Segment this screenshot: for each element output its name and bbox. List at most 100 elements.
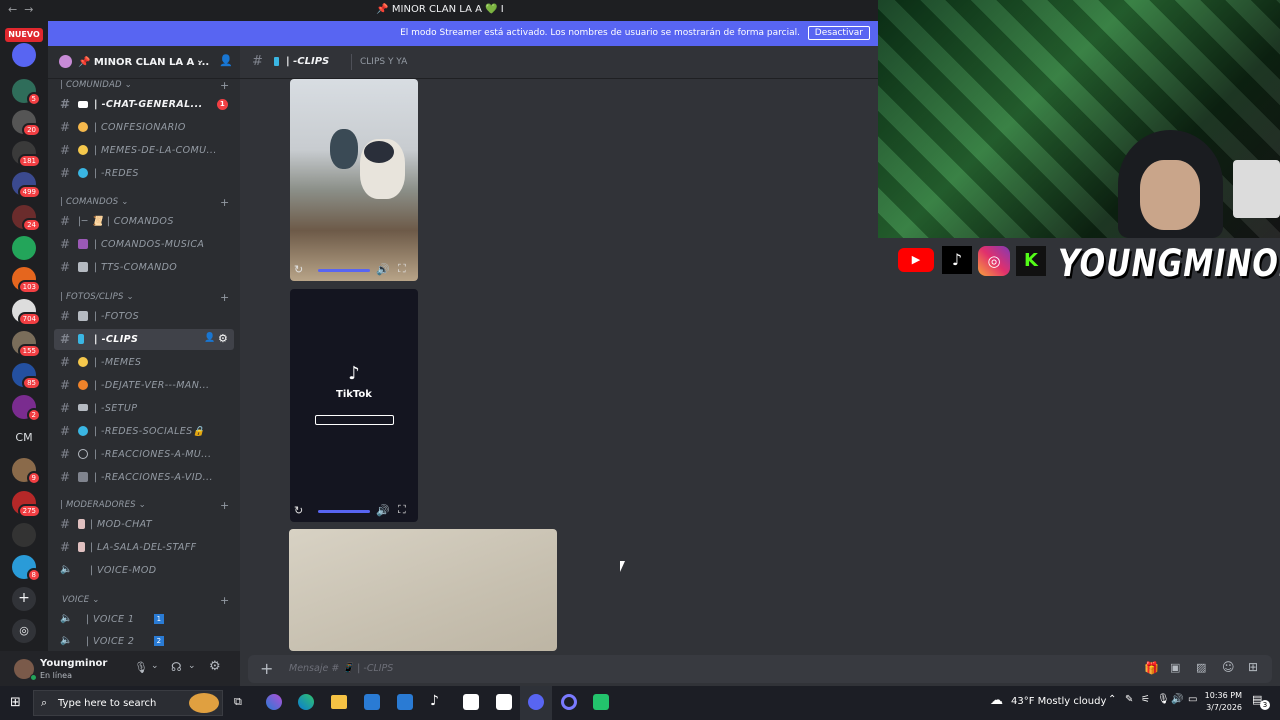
plus-icon[interactable]: + bbox=[220, 594, 229, 607]
deactivate-button[interactable]: Desactivar bbox=[807, 26, 870, 40]
progress-bar[interactable] bbox=[318, 510, 370, 513]
category-comunidad[interactable]: | COMUNIDAD ⌄ + bbox=[56, 79, 229, 92]
headphones-icon[interactable]: ☊ bbox=[171, 660, 182, 674]
clock-date[interactable]: 3/7/2026 bbox=[1202, 703, 1242, 712]
volume-icon[interactable]: 🔊 bbox=[376, 504, 390, 517]
weather-text[interactable]: 43°F Mostly cloudy bbox=[1011, 696, 1106, 707]
gear-icon[interactable]: ⚙ bbox=[218, 332, 228, 345]
plus-icon[interactable]: + bbox=[220, 79, 229, 92]
chevron-down-icon[interactable]: ⌄ bbox=[196, 55, 204, 66]
gif-icon[interactable]: ▣ bbox=[1170, 661, 1180, 674]
replay-icon[interactable]: ↻ bbox=[294, 263, 303, 276]
task-view-icon[interactable]: ⧉ bbox=[234, 695, 242, 709]
copilot-icon[interactable] bbox=[266, 694, 282, 710]
channel-dejate-ver[interactable]: # | -DEJATE-VER---MAN... bbox=[54, 375, 234, 396]
nuevo-badge[interactable]: NUEVO bbox=[5, 28, 43, 42]
channel-fotos[interactable]: # | -FOTOS bbox=[54, 306, 234, 327]
channel-redes-sociales[interactable]: # | -REDES-SOCIALES🔒 bbox=[54, 421, 234, 442]
server-icon[interactable] bbox=[12, 236, 36, 260]
server-icon[interactable] bbox=[12, 523, 36, 547]
channel-comandos[interactable]: # |─ 📜 | COMANDOS bbox=[54, 211, 234, 232]
server-icon[interactable]: 499 bbox=[12, 172, 41, 199]
server-icon[interactable]: 155 bbox=[12, 331, 41, 358]
server-icon[interactable]: 5 bbox=[12, 79, 41, 106]
plus-icon[interactable]: + bbox=[12, 587, 36, 611]
chevron-down-icon[interactable]: ⌄ bbox=[151, 661, 159, 671]
channel-reacciones-a-vid[interactable]: # | -REACCIONES-A-VID... bbox=[54, 467, 234, 488]
channel-memes-de-la-comu[interactable]: # | MEMES-DE-LA-COMU... bbox=[54, 140, 234, 161]
compass-icon[interactable]: ◎ bbox=[12, 619, 36, 643]
network-icon[interactable]: ⚟ bbox=[1141, 694, 1150, 705]
server-icon[interactable]: 9 bbox=[12, 458, 41, 485]
server-icon[interactable]: 704 bbox=[12, 299, 41, 326]
channel-memes[interactable]: # | -MEMES bbox=[54, 352, 234, 373]
channel-la-sala-del-staff[interactable]: # | LA-SALA-DEL-STAFF bbox=[54, 537, 234, 558]
progress-bar[interactable] bbox=[318, 269, 370, 272]
volume-icon[interactable]: 🔊 bbox=[1171, 694, 1183, 705]
channel-voice-1[interactable]: 🔈 | VOICE 11 bbox=[54, 609, 234, 630]
server-icon[interactable]: 103 bbox=[12, 267, 41, 294]
server-cm[interactable]: CM bbox=[12, 426, 36, 450]
category-voice[interactable]: VOICE ⌄ + bbox=[56, 594, 229, 607]
taskbar-search[interactable]: ⌕ Type here to search bbox=[33, 690, 223, 716]
add-attachment-icon[interactable]: + bbox=[260, 659, 273, 678]
emoji-icon[interactable]: ☺ bbox=[1222, 660, 1235, 674]
channel-chat-general[interactable]: # | -CHAT-GENERAL... 1 bbox=[54, 94, 234, 115]
store-icon[interactable] bbox=[364, 694, 380, 710]
gear-icon[interactable]: ⚙ bbox=[209, 659, 221, 674]
volume-icon[interactable]: 🔊 bbox=[376, 263, 390, 276]
server-icon[interactable] bbox=[12, 43, 36, 67]
file-explorer-icon[interactable] bbox=[331, 695, 347, 709]
server-icon[interactable]: 2 bbox=[12, 395, 41, 422]
app-icon[interactable] bbox=[593, 694, 609, 710]
chevron-up-icon[interactable]: ⌃ bbox=[1108, 694, 1116, 705]
video-attachment[interactable]: ↻ 🔊 ⛶ bbox=[290, 79, 418, 281]
capcut-icon[interactable] bbox=[496, 694, 512, 710]
mail-icon[interactable] bbox=[397, 694, 413, 710]
chevron-down-icon[interactable]: ⌄ bbox=[188, 661, 196, 671]
channel-comandos-musica[interactable]: # | COMANDOS-MUSICA bbox=[54, 234, 234, 255]
add-member-icon[interactable]: 👤 bbox=[219, 54, 233, 67]
plus-icon[interactable]: + bbox=[220, 499, 229, 512]
battery-icon[interactable]: ▭ bbox=[1188, 694, 1197, 705]
fullscreen-icon[interactable]: ⛶ bbox=[398, 262, 406, 276]
clock-time[interactable]: 10:36 PM bbox=[1202, 691, 1242, 700]
plus-icon[interactable]: + bbox=[220, 291, 229, 304]
tiktok-icon[interactable]: ♪ bbox=[430, 693, 439, 709]
video-attachment[interactable]: ♪ TikTok ↻ 🔊 ⛶ bbox=[290, 289, 418, 522]
server-icon[interactable]: 24 bbox=[12, 205, 41, 232]
message-input[interactable]: Mensaje # 📱 | -CLIPS bbox=[289, 663, 393, 674]
microphone-icon[interactable]: 🎙 bbox=[134, 661, 148, 674]
windows-start-icon[interactable]: ⊞ bbox=[10, 695, 21, 710]
channel-confesionario[interactable]: # | CONFESIONARIO bbox=[54, 117, 234, 138]
channel-setup[interactable]: # | -SETUP bbox=[54, 398, 234, 419]
channel-tts-comando[interactable]: # | TTS-COMANDO bbox=[54, 257, 234, 278]
category-comandos[interactable]: | COMANDOS ⌄ + bbox=[56, 196, 229, 209]
discord-icon[interactable] bbox=[528, 694, 544, 710]
obs-icon[interactable] bbox=[561, 694, 577, 710]
plus-icon[interactable]: + bbox=[220, 196, 229, 209]
edge-icon[interactable] bbox=[298, 694, 314, 710]
pen-icon[interactable]: ✎ bbox=[1125, 694, 1133, 705]
sticker-icon[interactable]: ▨ bbox=[1196, 661, 1206, 674]
gift-icon[interactable]: 🎁 bbox=[1144, 661, 1159, 675]
server-icon[interactable]: 8 bbox=[12, 555, 41, 582]
channel-redes[interactable]: # | -REDES bbox=[54, 163, 234, 184]
server-icon[interactable]: 20 bbox=[12, 110, 41, 137]
channel-mod-chat[interactable]: # | MOD-CHAT bbox=[54, 514, 234, 535]
category-fotos-clips[interactable]: | FOTOS/CLIPS ⌄ + bbox=[56, 291, 229, 304]
replay-icon[interactable]: ↻ bbox=[294, 504, 303, 517]
channel-voice-mod[interactable]: 🔈 | VOICE-MOD bbox=[54, 560, 234, 581]
add-member-icon[interactable]: 👤 bbox=[204, 333, 216, 343]
channel-voice-2[interactable]: 🔈 | VOICE 22 bbox=[54, 631, 234, 651]
video-attachment[interactable] bbox=[289, 529, 557, 651]
microphone-icon[interactable]: 🎙 bbox=[1157, 694, 1170, 705]
fullscreen-icon[interactable]: ⛶ bbox=[398, 503, 406, 517]
guild-header[interactable]: 📌 MINOR CLAN LA A ... ⌄ 👤 bbox=[48, 46, 240, 79]
server-icon[interactable]: 85 bbox=[12, 363, 41, 390]
apps-icon[interactable]: ⊞ bbox=[1248, 660, 1258, 674]
category-moderadores[interactable]: | MODERADORES ⌄ + bbox=[56, 499, 229, 512]
server-icon[interactable]: 181 bbox=[12, 141, 41, 168]
server-icon[interactable]: 275 bbox=[12, 491, 41, 518]
channel-reacciones-a-mu[interactable]: # | -REACCIONES-A-MU... bbox=[54, 444, 234, 465]
